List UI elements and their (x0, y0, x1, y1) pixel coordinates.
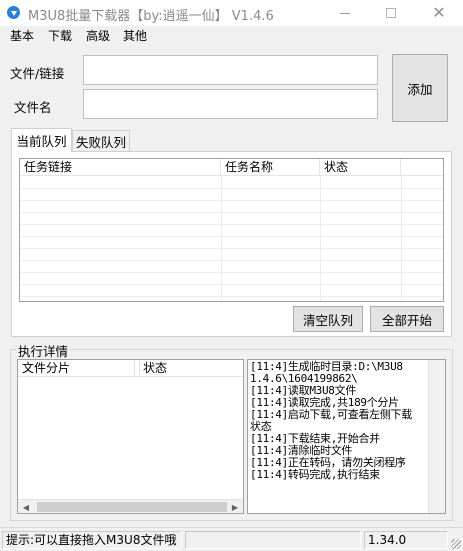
scroll-thumb[interactable] (37, 502, 227, 512)
menu-basic[interactable]: 基本 (10, 27, 34, 44)
menu-other[interactable]: 其他 (123, 27, 147, 44)
log-panel[interactable]: [11:4]生成临时目录:D:\M3U8 1.4.6\1604199862\ [… (247, 359, 446, 514)
menu-download[interactable]: 下载 (48, 27, 72, 44)
queue-list-header: 任务链接 任务名称 状态 (20, 159, 443, 176)
status-hint: 提示:可以直接拖入M3U8文件哦 (2, 531, 182, 549)
file-name-label: 文件名 (14, 100, 52, 115)
minimize-button[interactable] (330, 2, 360, 24)
grid-line (20, 296, 443, 297)
grid-line (20, 212, 443, 213)
column-file-segment[interactable]: 文件分片 (18, 360, 135, 377)
clear-queue-button[interactable]: 清空队列 (293, 306, 363, 332)
status-middle (185, 531, 361, 549)
status-value: 1.34.0 (364, 531, 448, 549)
file-link-label: 文件/链接 (10, 66, 65, 81)
status-bar: 提示:可以直接拖入M3U8文件哦 1.34.0 (0, 527, 463, 551)
title-bar[interactable]: M3U8批量下载器【by:逍遥一仙】 V1.4.6 ✕ (0, 0, 463, 26)
column-segment-status[interactable]: 状态 (139, 360, 243, 377)
log-vscrollbar[interactable] (428, 360, 445, 513)
menu-bar: 基本 下载 高级 其他 (0, 26, 463, 46)
menu-advanced[interactable]: 高级 (86, 27, 110, 44)
tab-current-queue[interactable]: 当前队列 (11, 128, 72, 152)
segment-list[interactable]: 文件分片 状态 ◀ ▶ (17, 359, 244, 514)
scroll-left-icon[interactable]: ◀ (18, 500, 34, 514)
grid-divider (221, 176, 222, 301)
column-task-link[interactable]: 任务链接 (20, 159, 221, 176)
grid-line (20, 284, 443, 285)
scroll-right-icon[interactable]: ▶ (227, 500, 243, 514)
file-link-input[interactable] (83, 55, 378, 85)
details-group-title: 执行详情 (16, 341, 71, 360)
add-button[interactable]: 添加 (392, 54, 448, 122)
column-status[interactable]: 状态 (320, 159, 401, 176)
maximize-button[interactable] (376, 2, 406, 24)
grid-line (20, 188, 443, 189)
resize-grip-icon[interactable] (451, 539, 461, 549)
queue-panel: 任务链接 任务名称 状态 清空队列 全部开始 (11, 151, 452, 337)
log-line: [11:4]启动下载,可查看左侧下载 (250, 408, 412, 421)
grid-line (20, 260, 443, 261)
maximize-icon (386, 8, 396, 18)
app-download-icon (7, 6, 20, 19)
log-line: [11:4]转码完成,执行结束 (250, 468, 380, 481)
file-name-input[interactable] (83, 89, 378, 119)
minimize-icon (340, 12, 350, 14)
grid-divider (401, 176, 402, 301)
grid-line (20, 236, 443, 237)
start-all-button[interactable]: 全部开始 (370, 306, 444, 332)
grid-line (20, 224, 443, 225)
grid-line (20, 248, 443, 249)
tab-failed-queue[interactable]: 失败队列 (72, 130, 130, 152)
close-icon: ✕ (432, 3, 446, 22)
grid-line (20, 272, 443, 273)
column-task-name[interactable]: 任务名称 (221, 159, 320, 176)
segment-list-hscrollbar[interactable]: ◀ ▶ (18, 499, 243, 513)
close-button[interactable]: ✕ (424, 2, 454, 24)
segment-list-header: 文件分片 状态 (18, 360, 243, 377)
log-content: [11:4]生成临时目录:D:\M3U8 1.4.6\1604199862\ [… (250, 361, 428, 481)
grid-divider (320, 176, 321, 301)
queue-list[interactable]: 任务链接 任务名称 状态 (19, 158, 444, 302)
window-title: M3U8批量下载器【by:逍遥一仙】 V1.4.6 (28, 9, 274, 24)
grid-line (20, 200, 443, 201)
